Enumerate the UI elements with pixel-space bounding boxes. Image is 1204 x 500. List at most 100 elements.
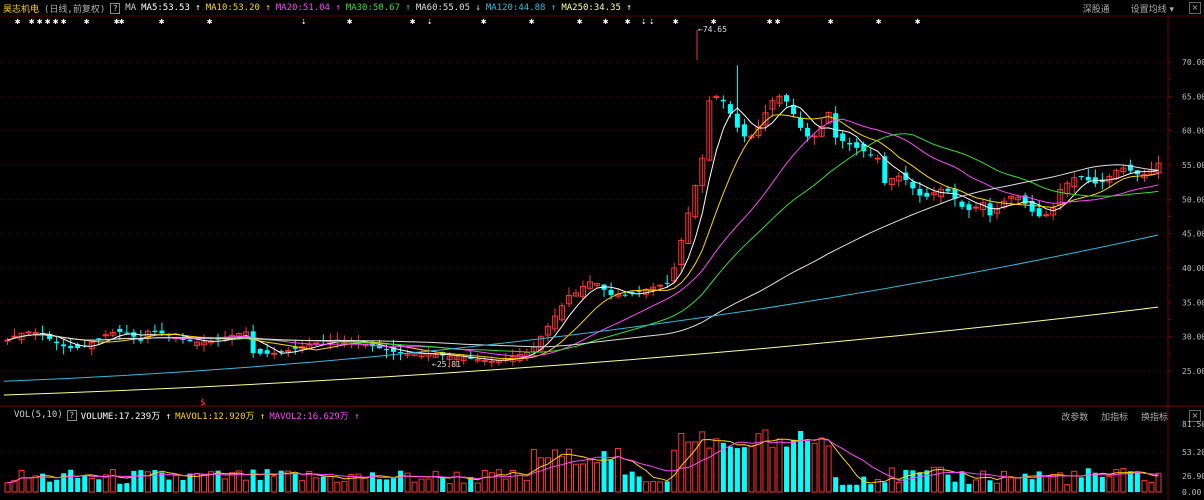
candle-body: [1085, 176, 1091, 181]
volume-bar: [1071, 470, 1078, 493]
candle-body: [54, 341, 60, 343]
price-tick-label: 55.00: [1182, 161, 1204, 170]
volume-bar: [264, 469, 270, 492]
candle-body: [917, 188, 923, 196]
event-marker: ✱: [775, 17, 781, 27]
candle-body: [608, 289, 614, 295]
volume-bar: [243, 479, 250, 493]
candle-body: [398, 352, 404, 354]
volume-bar: [608, 459, 614, 492]
volume-bar: [678, 433, 685, 493]
volume-bar: [868, 484, 874, 492]
volume-bar: [629, 471, 635, 492]
event-marker: ✱: [529, 17, 535, 27]
volume-bar: [945, 474, 951, 492]
candle-body: [868, 154, 874, 156]
candle-body: [257, 349, 263, 354]
event-marker: ✱: [159, 17, 165, 27]
kline-chart[interactable]: 70.00 65.00 60.00 55.00 50.00 45.00 40.00 35.00…: [0, 0, 1204, 500]
candle-body: [945, 188, 951, 192]
volume-bar: [769, 446, 776, 493]
event-marker: ✱: [84, 17, 90, 27]
volume-bar: [138, 470, 144, 492]
volume-bar: [292, 473, 298, 492]
price-tick-label: 60.00: [1182, 127, 1204, 136]
volume-bar: [453, 471, 460, 493]
volume-tick-label: 81.50: [1182, 420, 1204, 429]
volume-bar: [1148, 481, 1155, 493]
volume-bar: [636, 476, 642, 492]
volume-bar: [166, 479, 172, 492]
volume-bar: [833, 477, 839, 492]
event-marker: ✱: [347, 17, 353, 27]
volume-bar: [495, 469, 502, 493]
volume-tick-label: 26.90: [1182, 472, 1204, 481]
volume-bar: [1099, 476, 1105, 492]
volume-bar: [320, 476, 326, 492]
candle-body: [854, 142, 860, 148]
volume-bar: [96, 479, 102, 492]
ma-line: [7, 118, 1159, 357]
event-marker: ⇣: [641, 17, 646, 27]
volume-bar: [502, 478, 509, 493]
volume-bar: [481, 470, 488, 493]
volume-bar: [47, 481, 53, 492]
volume-bar: [271, 475, 278, 493]
volume-bar: [615, 447, 622, 493]
volume-bar: [180, 480, 186, 492]
price-tick-label: 50.00: [1182, 195, 1204, 204]
event-marker: ✱: [53, 17, 59, 27]
event-marker: ⇣: [649, 17, 654, 27]
volume-bar: [994, 482, 1001, 493]
candle-body: [180, 339, 186, 341]
candle-body: [264, 350, 270, 354]
volume-bar: [109, 469, 116, 493]
price-tick-label: 45.00: [1182, 230, 1204, 239]
event-marker: ⇣: [301, 17, 306, 27]
candle-body: [664, 282, 670, 284]
volume-tick-label: 0.00: [1182, 488, 1201, 497]
event-marker: ✱: [119, 17, 125, 27]
volume-bar: [966, 483, 972, 492]
volume-bar: [1106, 475, 1113, 493]
volume-bar: [509, 469, 516, 493]
volume-bar: [572, 463, 579, 493]
candle-body: [117, 328, 123, 332]
volume-bar: [1064, 484, 1071, 493]
volume-bar: [383, 479, 389, 492]
volume-bar: [650, 481, 657, 493]
candle-body: [488, 360, 495, 363]
volume-bar: [362, 477, 369, 493]
volume-bar: [959, 471, 965, 492]
volume-bar: [124, 483, 130, 492]
volume-bar: [903, 469, 909, 492]
volume-bar: [847, 484, 853, 492]
candle-body: [622, 294, 628, 296]
volume-bar: [1001, 470, 1008, 493]
event-marker: ✱: [603, 17, 609, 27]
candle-body: [250, 331, 256, 354]
volume-bar: [523, 479, 530, 493]
volume-bar: [88, 477, 95, 493]
candle-body: [124, 332, 130, 334]
candle-body: [924, 192, 930, 197]
volume-bar: [369, 472, 375, 492]
dividend-marker: $: [200, 398, 205, 408]
candle-body: [32, 332, 39, 335]
candle-body: [805, 127, 811, 137]
event-marker: ✱: [828, 17, 834, 27]
volume-bar: [348, 474, 355, 493]
volume-bar: [68, 469, 74, 492]
event-marker: ✱: [673, 17, 679, 27]
volume-bar: [131, 470, 137, 492]
candle-body: [840, 133, 846, 141]
candle-body: [68, 346, 74, 349]
event-marker: ✱: [481, 17, 487, 27]
candle-body: [784, 95, 790, 102]
candle-body: [481, 359, 488, 362]
candle-body: [847, 142, 853, 145]
event-marker: ✱: [37, 17, 43, 27]
volume-bar: [882, 482, 888, 492]
candle-body: [159, 330, 165, 334]
volume-bar: [391, 478, 397, 492]
